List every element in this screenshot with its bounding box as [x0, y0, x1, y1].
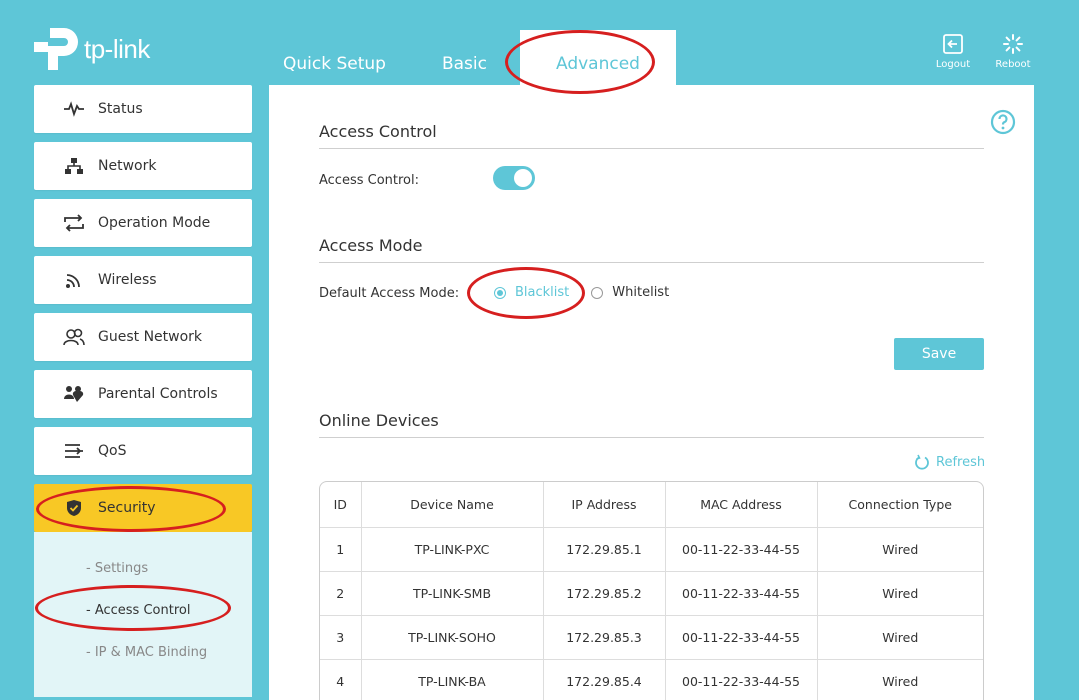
divider [319, 148, 984, 149]
logout-icon [943, 34, 963, 54]
sidebar-item-parental-controls[interactable]: Parental Controls [34, 370, 252, 418]
access-control-label: Access Control: [319, 173, 420, 188]
tp-link-logo: tp-link [32, 24, 150, 74]
main-panel: Access Control Access Control: Access Mo… [269, 85, 1034, 700]
tp-link-logo-mark [34, 28, 78, 70]
sidebar-item-operation-mode[interactable]: Operation Mode [34, 199, 252, 247]
brand-name: tp-link [84, 33, 150, 64]
cell-mac-address: 00-11-22-33-44-55 [665, 571, 818, 616]
sidebar-item-wireless[interactable]: Wireless [34, 256, 252, 304]
sidebar-item-label: Network [98, 158, 157, 174]
guests-icon [62, 325, 86, 349]
tab-quick-setup[interactable]: Quick Setup [265, 30, 404, 85]
cell-connection-type: Wired [817, 571, 983, 616]
default-access-mode-label: Default Access Mode: [319, 286, 460, 301]
save-button[interactable]: Save [894, 338, 984, 370]
column-header-ip-address: IP Address [543, 482, 666, 528]
access-control-toggle[interactable] [493, 166, 535, 190]
top-navigation: Quick Setup Basic Advanced [263, 30, 676, 85]
sidebar-item-qos[interactable]: QoS [34, 427, 252, 475]
reboot-button[interactable]: Reboot [995, 33, 1031, 70]
security-submenu: - Settings - Access Control - IP & MAC B… [34, 532, 252, 697]
blacklist-radio[interactable]: Blacklist [494, 285, 569, 300]
sidebar-item-label: Security [98, 500, 156, 516]
blacklist-label: Blacklist [515, 285, 570, 300]
shield-icon [62, 496, 86, 520]
submenu-item-access-control[interactable]: - Access Control [86, 598, 252, 640]
refresh-button[interactable]: Refresh [914, 454, 985, 470]
sidebar-item-security[interactable]: Security [34, 484, 252, 532]
cell-id: 1 [320, 527, 362, 572]
cell-ip-address: 172.29.85.3 [543, 615, 666, 660]
cell-connection-type: Wired [817, 615, 983, 660]
online-devices-table: ID Device Name IP Address MAC Address Co… [319, 481, 984, 700]
access-control-title: Access Control [319, 122, 437, 141]
cell-device-name: TP-LINK-SMB [361, 571, 544, 616]
cell-device-name: TP-LINK-PXC [361, 527, 544, 572]
sidebar-item-label: QoS [98, 443, 127, 459]
online-devices-title: Online Devices [319, 411, 439, 430]
qos-icon [62, 439, 86, 463]
radio-dot [494, 286, 506, 299]
top-actions: Logout Reboot [935, 33, 1031, 70]
sidebar-item-label: Operation Mode [98, 215, 211, 231]
cell-id: 4 [320, 659, 362, 700]
submenu-item-ip-mac-binding[interactable]: - IP & MAC Binding [86, 640, 252, 682]
reboot-icon [1003, 34, 1023, 54]
wireless-icon [62, 268, 86, 292]
sidebar-item-label: Guest Network [98, 329, 203, 345]
sidebar-item-guest-network[interactable]: Guest Network [34, 313, 252, 361]
column-header-mac-address: MAC Address [665, 482, 818, 528]
cell-mac-address: 00-11-22-33-44-55 [665, 659, 818, 700]
toggle-knob [514, 169, 532, 187]
swap-icon [62, 211, 86, 235]
sidebar-item-network[interactable]: Network [34, 142, 252, 190]
cell-connection-type: Wired [817, 527, 983, 572]
cell-mac-address: 00-11-22-33-44-55 [665, 615, 818, 660]
cell-device-name: TP-LINK-BA [361, 659, 544, 700]
cell-mac-address: 00-11-22-33-44-55 [665, 527, 818, 572]
sidebar-item-label: Wireless [98, 272, 157, 288]
divider [319, 262, 984, 263]
sidebar: Status Network Operation Mode Wireless G… [34, 85, 252, 697]
cell-id: 2 [320, 571, 362, 616]
cell-ip-address: 172.29.85.1 [543, 527, 666, 572]
cell-ip-address: 172.29.85.4 [543, 659, 666, 700]
whitelist-label: Whitelist [612, 285, 670, 300]
pulse-icon [62, 97, 86, 121]
network-icon [62, 154, 86, 178]
cell-id: 3 [320, 615, 362, 660]
sidebar-item-status[interactable]: Status [34, 85, 252, 133]
table-header-row: ID Device Name IP Address MAC Address Co… [320, 482, 983, 528]
submenu-item-settings[interactable]: - Settings [86, 556, 252, 598]
divider [319, 437, 984, 438]
tab-basic[interactable]: Basic [424, 30, 505, 85]
help-button[interactable] [990, 109, 1016, 139]
refresh-label: Refresh [936, 454, 986, 470]
access-mode-radio-group: Blacklist Whitelist [494, 285, 669, 300]
access-mode-title: Access Mode [319, 236, 423, 255]
help-icon [990, 109, 1016, 135]
sidebar-item-label: Status [98, 101, 143, 117]
radio-dot [591, 286, 604, 299]
cell-device-name: TP-LINK-SOHO [361, 615, 544, 660]
column-header-device-name: Device Name [361, 482, 544, 528]
column-header-connection-type: Connection Type [817, 482, 983, 528]
table-row: 1 TP-LINK-PXC 172.29.85.1 00-11-22-33-44… [320, 527, 983, 572]
whitelist-radio[interactable]: Whitelist [591, 285, 669, 300]
cell-ip-address: 172.29.85.2 [543, 571, 666, 616]
refresh-icon [915, 454, 929, 470]
table-row: 4 TP-LINK-BA 172.29.85.4 00-11-22-33-44-… [320, 659, 983, 700]
reboot-label: Reboot [995, 59, 1031, 70]
tab-advanced[interactable]: Advanced [519, 30, 676, 85]
table-row: 2 TP-LINK-SMB 172.29.85.2 00-11-22-33-44… [320, 571, 983, 616]
column-header-id: ID [320, 482, 362, 528]
cell-connection-type: Wired [817, 659, 983, 700]
family-icon [62, 382, 86, 406]
table-row: 3 TP-LINK-SOHO 172.29.85.3 00-11-22-33-4… [320, 615, 983, 660]
logout-label: Logout [935, 59, 971, 70]
logout-button[interactable]: Logout [935, 33, 971, 70]
sidebar-item-label: Parental Controls [98, 386, 218, 402]
